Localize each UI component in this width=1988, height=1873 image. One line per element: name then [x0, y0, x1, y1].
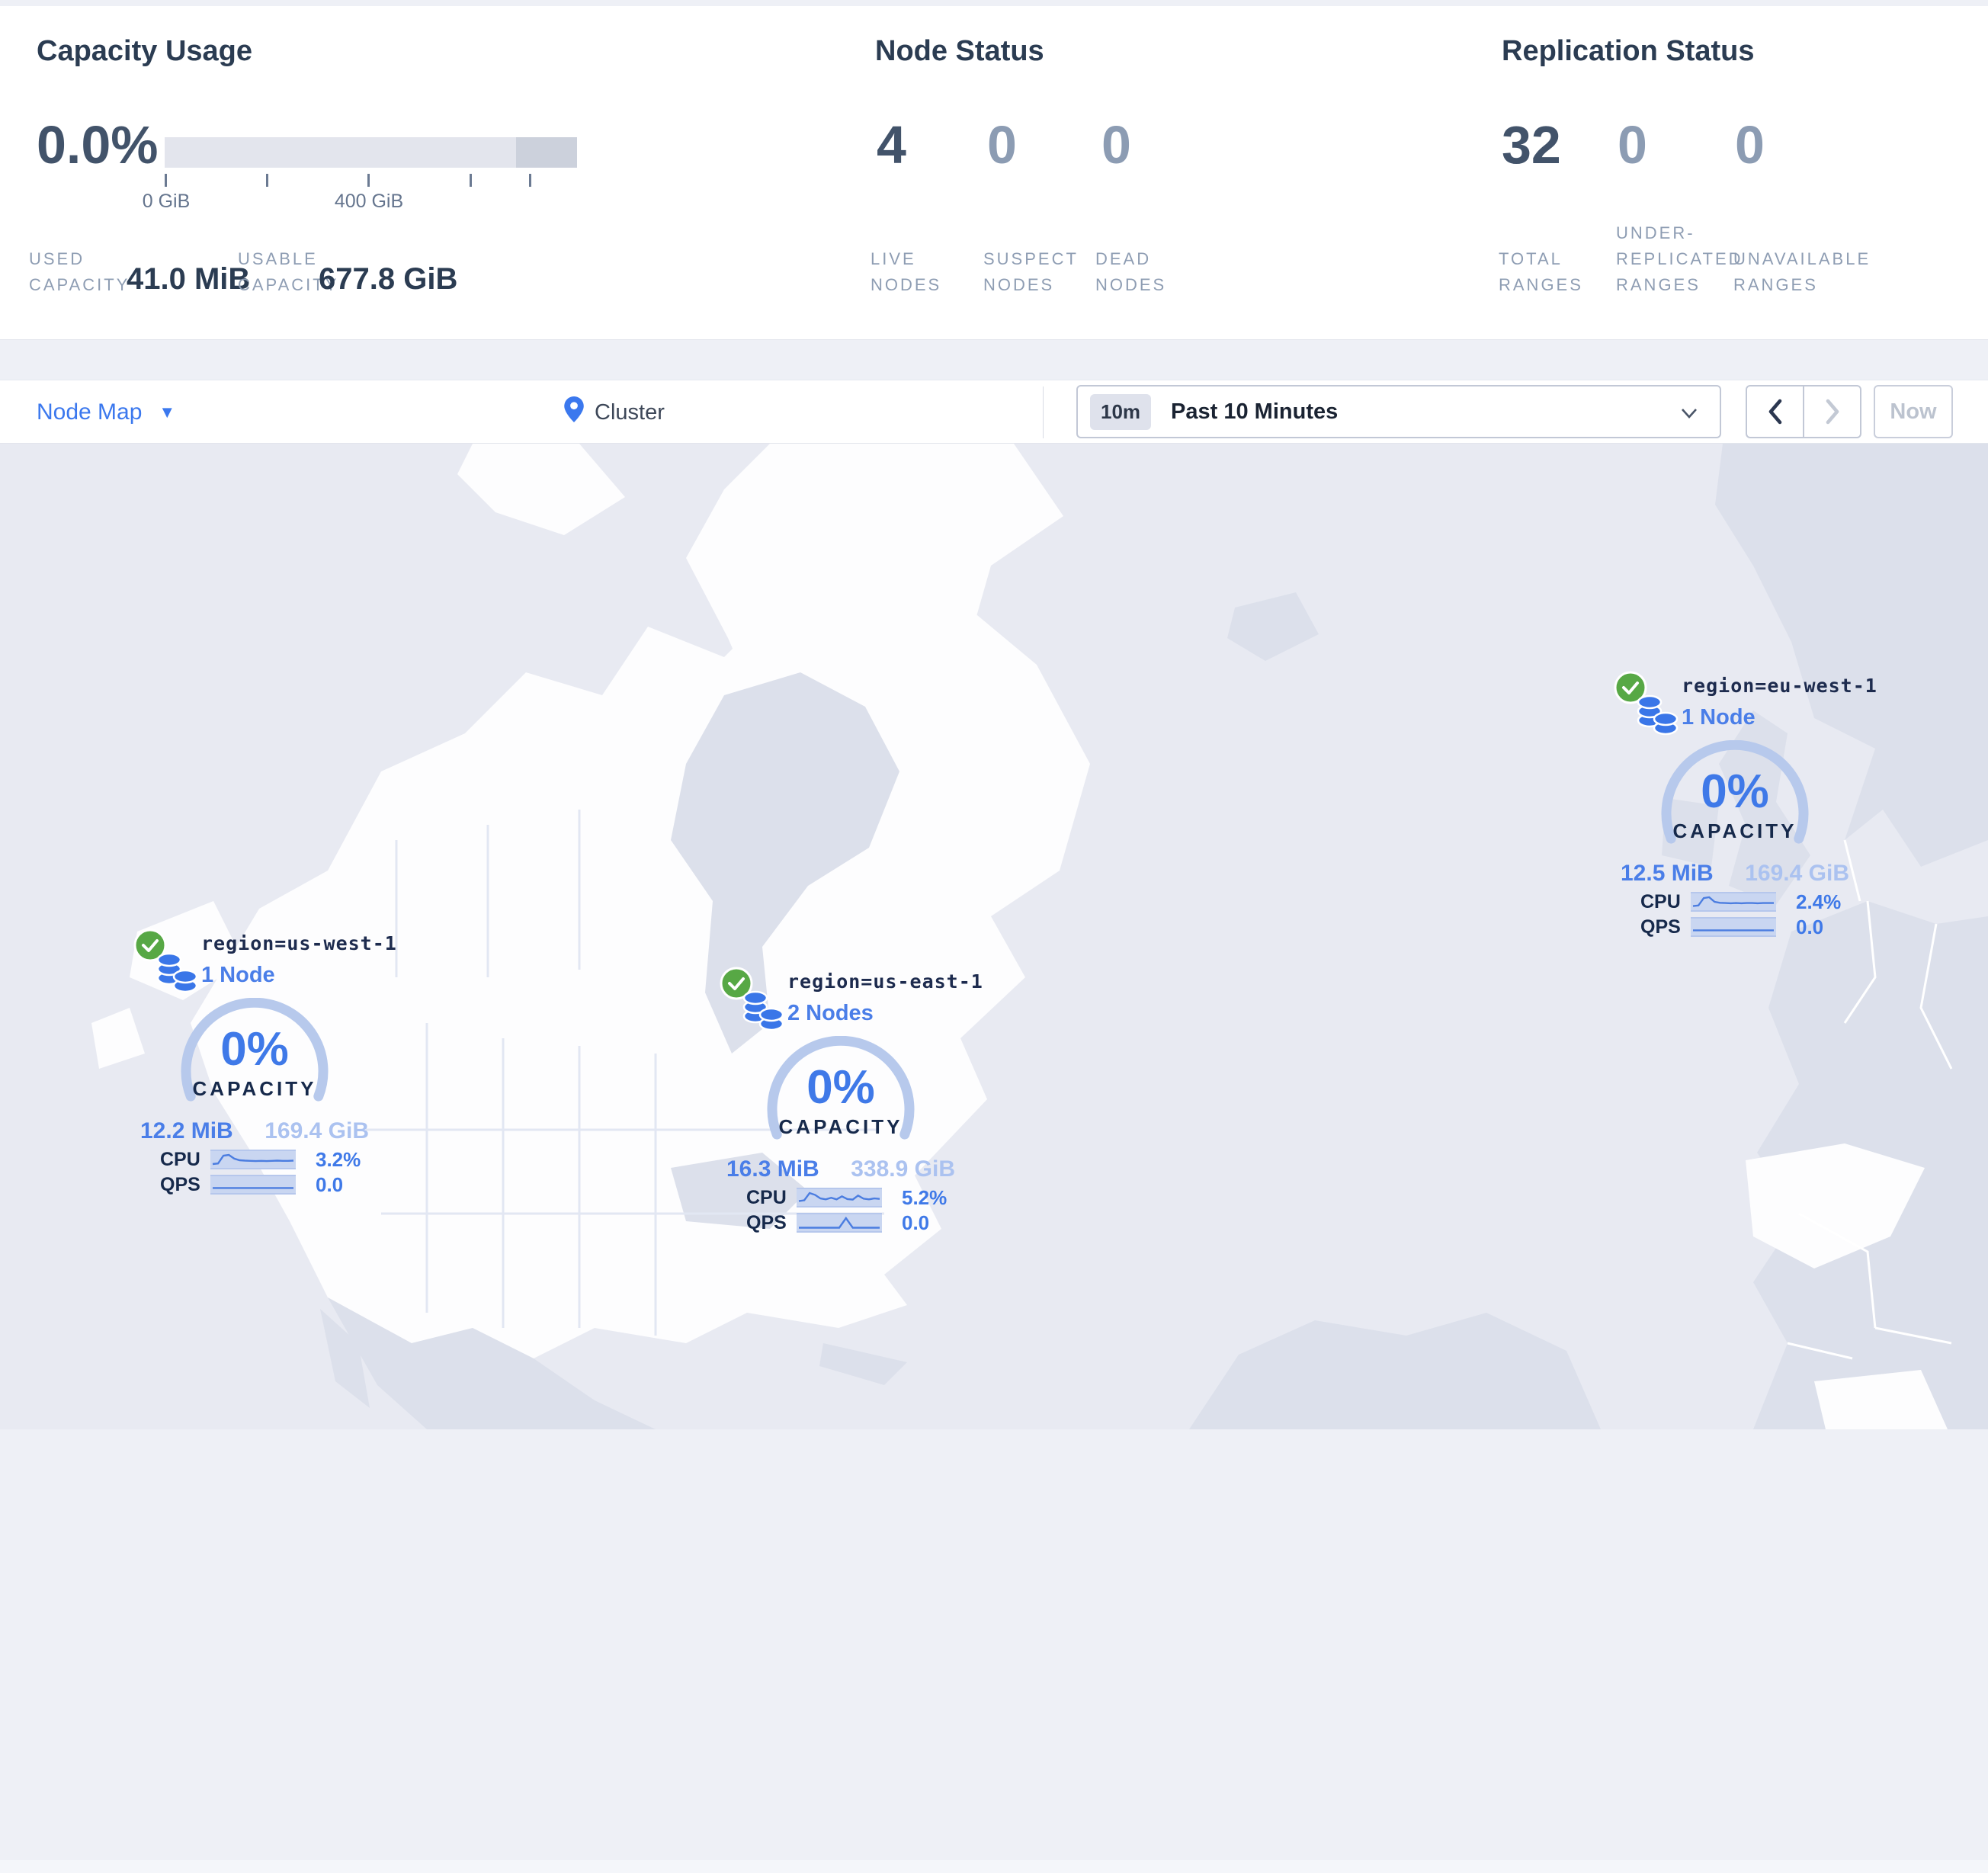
breadcrumb-label: Cluster — [595, 399, 665, 425]
region-used-capacity: 12.2 MiB — [140, 1118, 233, 1143]
qps-sparkline — [797, 1213, 882, 1233]
region-total-capacity: 338.9 GiB — [851, 1156, 955, 1182]
used-capacity-label: USED CAPACITY — [29, 249, 130, 294]
time-range-badge: 10m — [1090, 393, 1152, 430]
region-total-capacity: 169.4 GiB — [265, 1118, 369, 1143]
node-map[interactable]: region=us-west-1 1 Node 0% CAPACITY 12.2… — [0, 444, 1988, 1873]
unavailable-ranges-value: 0 — [1735, 115, 1765, 175]
cpu-value: 3.2% — [316, 1147, 361, 1171]
now-button[interactable]: Now — [1874, 385, 1953, 438]
time-range-dropdown[interactable]: 10m Past 10 Minutes — [1076, 385, 1721, 438]
replication-status-title: Replication Status — [1502, 35, 1755, 67]
location-pin-icon — [564, 396, 584, 428]
gauge-percent: 0% — [220, 1023, 289, 1076]
qps-label: QPS — [1640, 916, 1681, 938]
qps-value: 0.0 — [1796, 915, 1824, 938]
time-range-label: Past 10 Minutes — [1171, 399, 1339, 424]
time-prev-button[interactable] — [1747, 386, 1803, 437]
view-selector-label: Node Map — [37, 399, 143, 425]
breadcrumb[interactable]: Cluster — [564, 380, 665, 444]
dead-nodes-value: 0 — [1101, 115, 1131, 175]
gauge-capacity-label: CAPACITY — [778, 1115, 903, 1138]
under-replicated-ranges-value: 0 — [1618, 115, 1647, 175]
total-ranges-value: 32 — [1502, 115, 1561, 175]
suspect-nodes-value: 0 — [987, 115, 1017, 175]
cpu-label: CPU — [746, 1186, 787, 1208]
time-next-button[interactable] — [1803, 386, 1860, 437]
usable-capacity-value: 677.8 GiB — [319, 262, 458, 296]
gauge-capacity-label: CAPACITY — [192, 1077, 317, 1100]
capacity-bar — [165, 137, 577, 168]
view-selector-dropdown[interactable]: Node Map ▼ — [37, 380, 175, 444]
region-total-capacity: 169.4 GiB — [1745, 861, 1849, 886]
capacity-gauge: 0% CAPACITY — [1657, 739, 1813, 855]
capacity-tick — [529, 174, 531, 187]
cpu-value: 2.4% — [1796, 890, 1842, 913]
capacity-percent: 0.0% — [37, 115, 159, 175]
suspect-nodes-label: SUSPECT NODES — [983, 249, 1079, 294]
gauge-percent: 0% — [1701, 765, 1769, 818]
region-marker-us-east-1[interactable]: region=us-east-1 2 Nodes 0% CAPACITY 16.… — [713, 957, 983, 1234]
node-status-title: Node Status — [875, 35, 1044, 67]
capacity-bar-used-segment — [516, 137, 577, 168]
gauge-capacity-label: CAPACITY — [1672, 819, 1797, 842]
chevron-down-icon — [1680, 406, 1698, 424]
cpu-value: 5.2% — [902, 1185, 948, 1209]
cpu-sparkline — [1691, 892, 1776, 912]
capacity-tick — [470, 174, 472, 187]
chevron-down-icon: ▼ — [159, 403, 176, 422]
region-marker-eu-west-1[interactable]: region=eu-west-1 1 Node 0% CAPACITY 12.5… — [1607, 661, 1877, 938]
capacity-tick — [165, 174, 167, 187]
live-nodes-label: LIVE NODES — [871, 249, 942, 294]
map-toolbar: Node Map ▼ Cluster 10m Past 10 Minutes N… — [0, 380, 1988, 444]
region-node-count: 1 Node — [201, 963, 275, 987]
region-node-count: 1 Node — [1682, 705, 1756, 730]
dead-nodes-label: DEAD NODES — [1095, 249, 1167, 294]
unavailable-ranges-label: UNAVAILABLE RANGES — [1733, 249, 1871, 294]
total-ranges-label: TOTAL RANGES — [1499, 249, 1583, 294]
cpu-label: CPU — [1640, 890, 1681, 912]
capacity-tick — [266, 174, 268, 187]
capacity-usage-title: Capacity Usage — [37, 35, 253, 67]
toolbar-divider — [1043, 386, 1044, 438]
used-capacity-value: 41.0 MiB — [127, 262, 251, 296]
gauge-percent: 0% — [806, 1061, 875, 1114]
capacity-gauge: 0% CAPACITY — [177, 997, 332, 1112]
capacity-tick-label: 0 GiB — [142, 191, 191, 212]
qps-label: QPS — [746, 1211, 787, 1233]
region-marker-us-west-1[interactable]: region=us-west-1 1 Node 0% CAPACITY 12.2… — [127, 919, 396, 1196]
qps-value: 0.0 — [902, 1211, 930, 1234]
qps-sparkline — [1691, 917, 1776, 937]
region-used-capacity: 16.3 MiB — [726, 1156, 819, 1182]
region-name: region=us-west-1 — [201, 932, 397, 954]
capacity-gauge: 0% CAPACITY — [763, 1035, 919, 1150]
database-stack-icon — [154, 949, 201, 1000]
database-stack-icon — [1634, 691, 1682, 742]
cpu-label: CPU — [160, 1148, 200, 1170]
cluster-summary-panel: Capacity Usage 0.0% 0 GiB 400 GiB USED C… — [0, 6, 1988, 340]
live-nodes-value: 4 — [877, 115, 906, 175]
cpu-sparkline — [210, 1150, 296, 1169]
time-nav-group — [1746, 385, 1861, 438]
qps-label: QPS — [160, 1173, 200, 1195]
qps-sparkline — [210, 1175, 296, 1195]
database-stack-icon — [740, 987, 787, 1038]
under-replicated-ranges-label: UNDER-REPLICATED RANGES — [1616, 223, 1743, 294]
map-footer-strip — [0, 1860, 1988, 1873]
capacity-tick-label: 400 GiB — [334, 191, 404, 212]
region-used-capacity: 12.5 MiB — [1621, 861, 1714, 886]
cpu-sparkline — [797, 1188, 882, 1208]
qps-value: 0.0 — [316, 1172, 344, 1196]
region-name: region=us-east-1 — [787, 970, 983, 993]
capacity-tick — [367, 174, 370, 187]
region-node-count: 2 Nodes — [787, 1001, 874, 1025]
region-name: region=eu-west-1 — [1682, 675, 1877, 697]
